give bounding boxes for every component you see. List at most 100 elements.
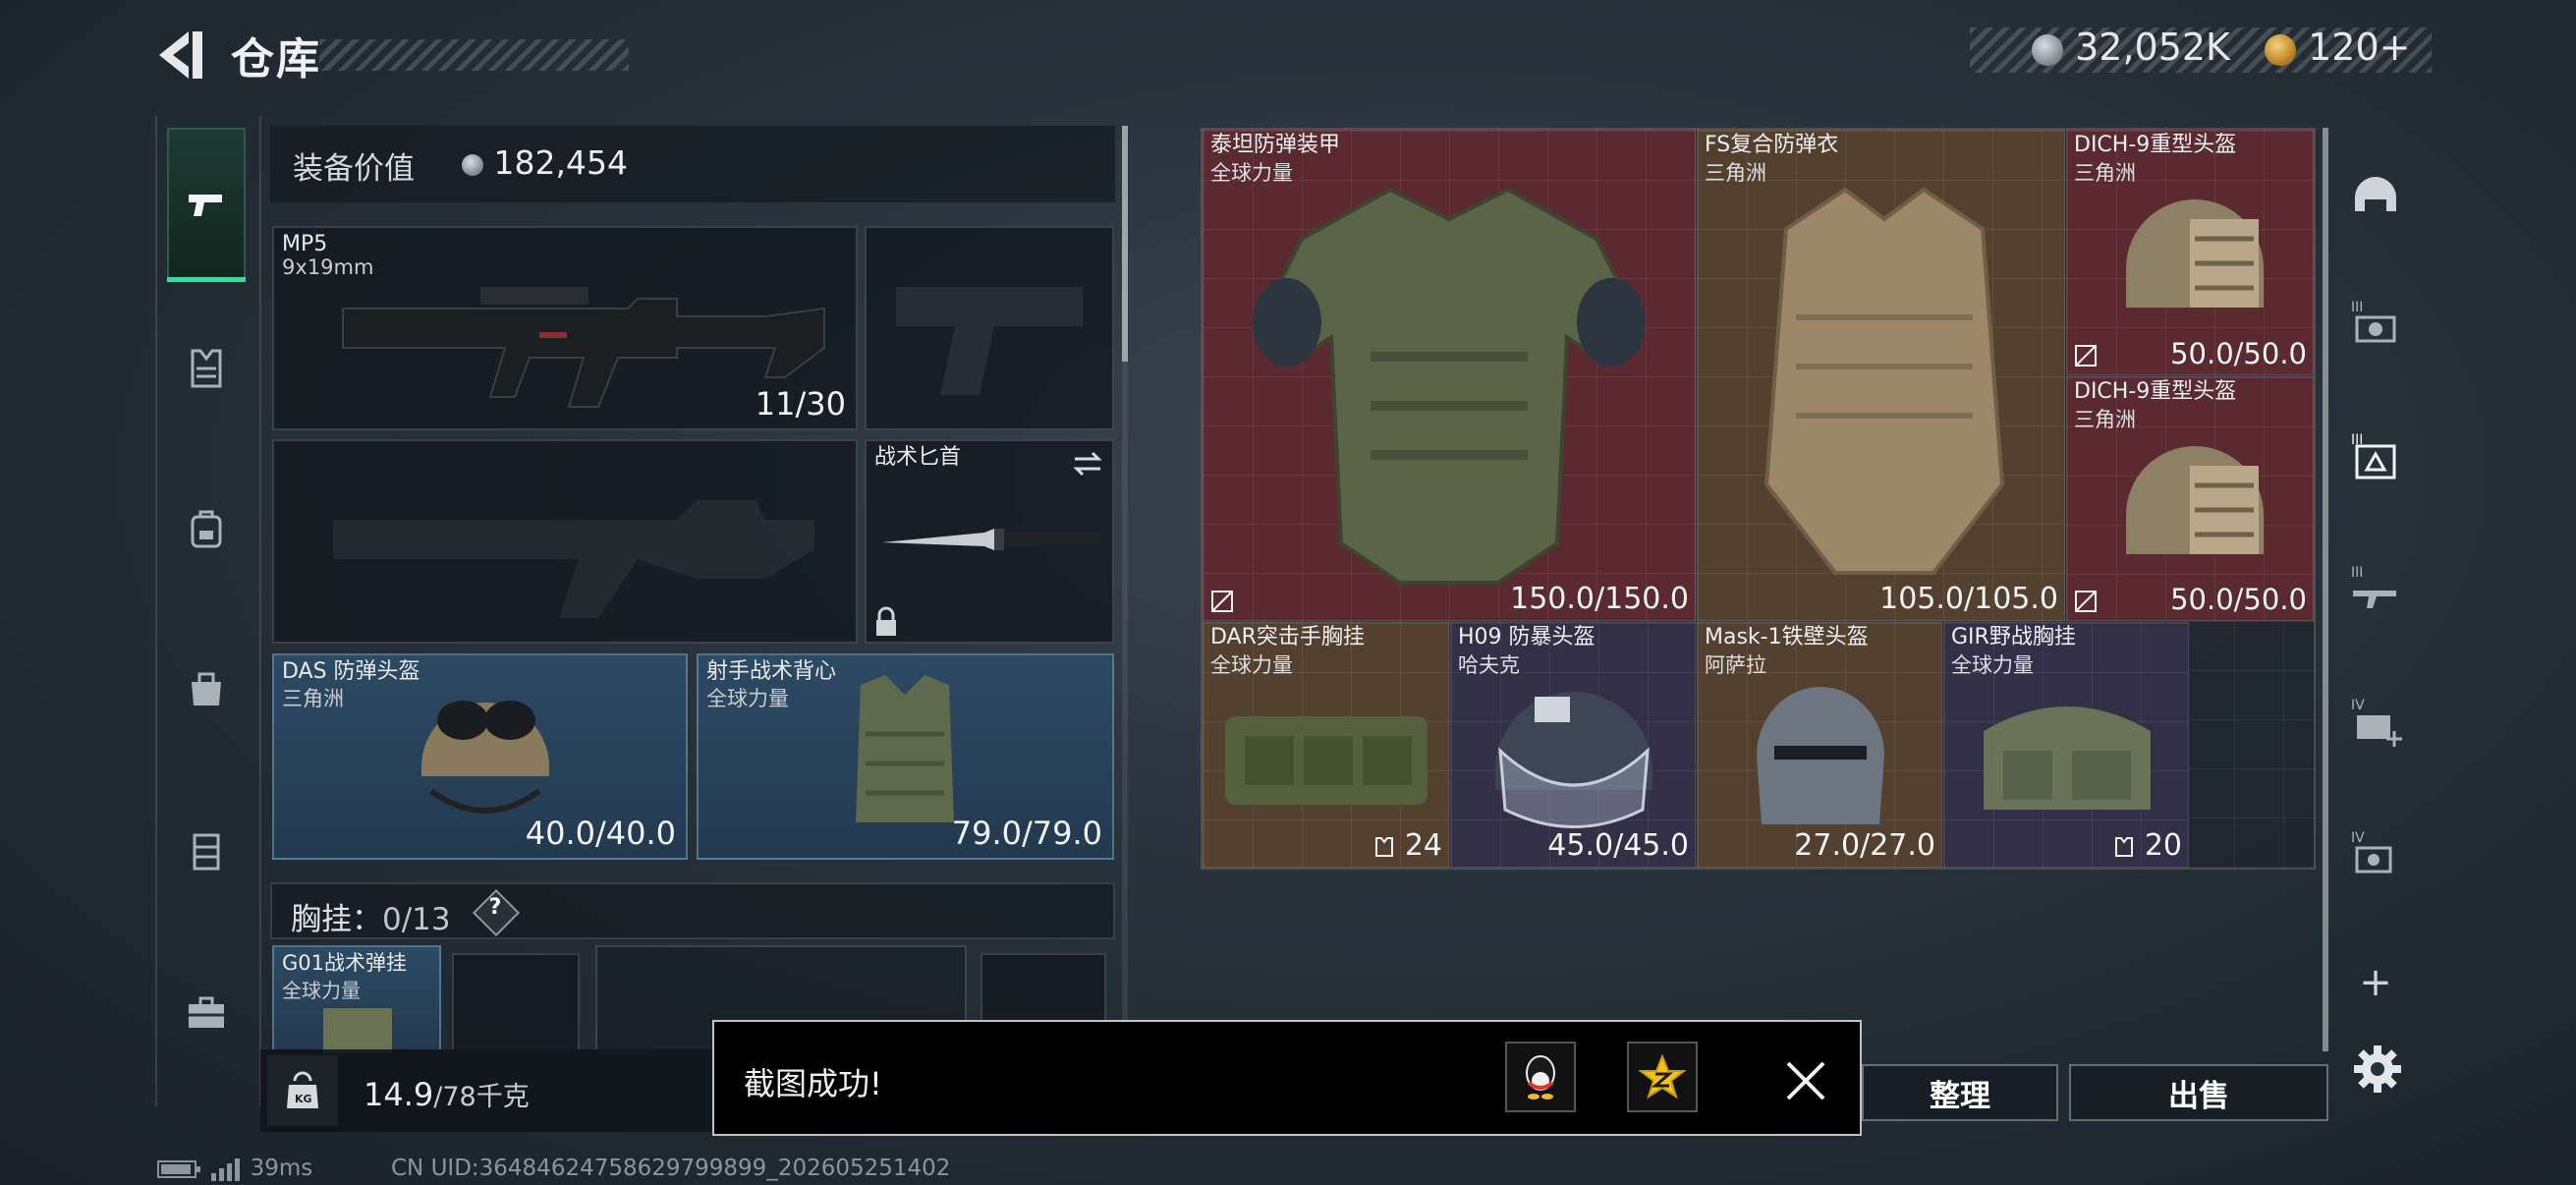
battery-icon [157,1159,200,1178]
nav-briefcase-tab[interactable] [167,973,246,1051]
nav-bag-tab[interactable] [167,649,246,727]
item-name: Mask-1铁壁头盔 [1705,625,1869,649]
helmet-faction: 三角洲 [282,687,344,710]
storage-item[interactable]: 泰坦防弹装甲 全球力量 150.0/150.0 [1203,130,1696,621]
close-icon [1786,1061,1825,1100]
settings-icon [2354,1045,2401,1093]
briefcase-icon [189,996,224,1028]
helmet-slot[interactable]: DAS 防弹头盔 三角洲 40.0/40.0 [272,653,688,860]
tier3-camera-icon: III [2351,300,2396,343]
storage-item[interactable]: H09 防暴头盔 哈夫克 45.0/45.0 [1450,622,1696,868]
swap-icon[interactable] [1071,449,1104,479]
storage-tab-tier3-rifle[interactable]: III [2346,560,2405,619]
storage-tab-tier4-medkit[interactable]: IV [2346,693,2405,752]
bag-icon [192,672,221,705]
title-decoration [319,39,629,71]
mask-helmet-icon [1757,687,1884,824]
share-qzone-button[interactable] [1627,1042,1698,1112]
silver-coin-icon [462,153,483,176]
primary-weapon-slot[interactable]: MP5 9x19mm 11/30 [272,226,858,430]
tier4-gear-icon: IV [2351,830,2392,874]
item-durability: 50.0/50.0 [2170,337,2307,370]
back-button[interactable] [147,26,216,85]
vest-capacity-icon [1375,836,1394,857]
storage-tab-helmets[interactable] [2346,167,2405,226]
add-storage-button[interactable]: + [2346,953,2405,1012]
silver-coin-icon [2032,33,2063,66]
storage-tab-tier3-camera[interactable]: III [2346,295,2405,354]
currency-secondary[interactable]: 120+ [2265,26,2410,69]
toast-close-button[interactable] [1776,1051,1835,1110]
item-capacity-value: 20 [2144,828,2182,863]
equipment-scrollbar[interactable] [1122,126,1128,362]
item-name: H09 防暴头盔 [1458,625,1596,649]
helmet-icon [2355,177,2396,211]
tier3-crate-icon: III [2351,432,2396,480]
status-bar: 39ms [157,1156,312,1181]
vest-icon [856,675,954,822]
svg-text:III: III [2351,565,2363,581]
nav-locker-tab[interactable] [167,812,246,890]
heavy-helmet-icon [2126,446,2264,554]
item-capacity-value: 24 [1404,828,1442,863]
armor-slot[interactable]: 射手战术背心 全球力量 79.0/79.0 [697,653,1114,860]
plus-icon: + [2359,960,2392,1005]
back-arrow-icon [159,31,202,79]
item-durability: 105.0/105.0 [1879,582,2058,616]
pistol-slot[interactable] [865,226,1114,430]
weight-icon: KG [267,1055,338,1126]
qq-penguin-icon [1526,1055,1555,1100]
nav-backpack-tab[interactable] [167,489,246,568]
svg-text:IV: IV [2351,830,2365,846]
share-qq-button[interactable] [1505,1042,1576,1112]
storage-tab-tier3-crate[interactable]: III [2346,427,2405,486]
composite-vest-icon [1764,187,2005,575]
help-icon: ? [488,895,502,920]
sell-button[interactable]: 出售 [2069,1064,2328,1121]
weight-current: 14.9 [364,1076,434,1113]
item-durability: 150.0/150.0 [1510,582,1689,616]
item-name: DAR突击手胸挂 [1210,625,1365,649]
storage-tab-tier4-gear[interactable]: IV [2346,825,2405,884]
no-repair-icon [1211,591,1233,612]
pistol-silhouette-icon [896,287,1083,395]
item-name: DICH-9重型头盔 [2074,133,2237,157]
storage-item[interactable]: DAR突击手胸挂 全球力量 24 [1203,622,1449,868]
qzone-star-icon [1639,1054,1686,1100]
sort-button[interactable]: 整理 [1862,1064,2058,1121]
armor-faction: 全球力量 [706,687,789,710]
melee-name: 战术匕首 [874,445,962,470]
no-repair-icon [2075,591,2097,612]
storage-item[interactable]: Mask-1铁壁头盔 阿萨拉 27.0/27.0 [1697,622,1942,868]
vest-capacity-icon [2115,836,2134,857]
nav-armor-tab[interactable] [167,329,246,408]
user-uid: CN UID:36484624758629799899_202605251402 [391,1156,951,1181]
chest-rig-cell[interactable] [452,953,580,1051]
chest-rig-item-slot[interactable]: G01战术弹挂 全球力量 [272,945,441,1053]
storage-scrollbar[interactable] [2323,128,2328,1051]
heavy-helmet-icon [2126,199,2264,308]
item-name: FS复合防弹衣 [1705,133,1839,157]
knife-icon [882,529,1102,550]
lock-icon [876,606,896,636]
melee-slot[interactable]: 战术匕首 [865,439,1114,644]
item-faction: 全球力量 [1210,653,1293,677]
storage-item[interactable]: FS复合防弹衣 三角洲 105.0/105.0 [1697,130,2065,621]
currency-primary[interactable]: 32,052K [2032,26,2230,69]
chest-rig-icon [323,1008,392,1053]
weight-max: /78千克 [433,1082,530,1112]
nav-weapons-tab[interactable] [167,128,246,280]
equipment-value: 182,454 [462,143,628,182]
storage-item[interactable]: DICH-9重型头盔 三角洲 50.0/50.0 [2066,376,2314,621]
rifle-silhouette-icon [333,500,814,618]
storage-item[interactable]: GIR野战胸挂 全球力量 20 [1943,622,2189,868]
item-capacity: 24 [1373,828,1442,863]
settings-button[interactable] [2350,1042,2405,1097]
armor-name: 射手战术背心 [706,659,837,684]
chest-rig-item-name: G01战术弹挂 [282,951,407,975]
pistol-icon [189,194,222,216]
item-durability: 50.0/50.0 [2170,583,2307,616]
secondary-weapon-slot[interactable] [272,439,858,644]
storage-item[interactable]: DICH-9重型头盔 三角洲 50.0/50.0 [2066,130,2314,375]
item-durability: 27.0/27.0 [1794,828,1935,863]
